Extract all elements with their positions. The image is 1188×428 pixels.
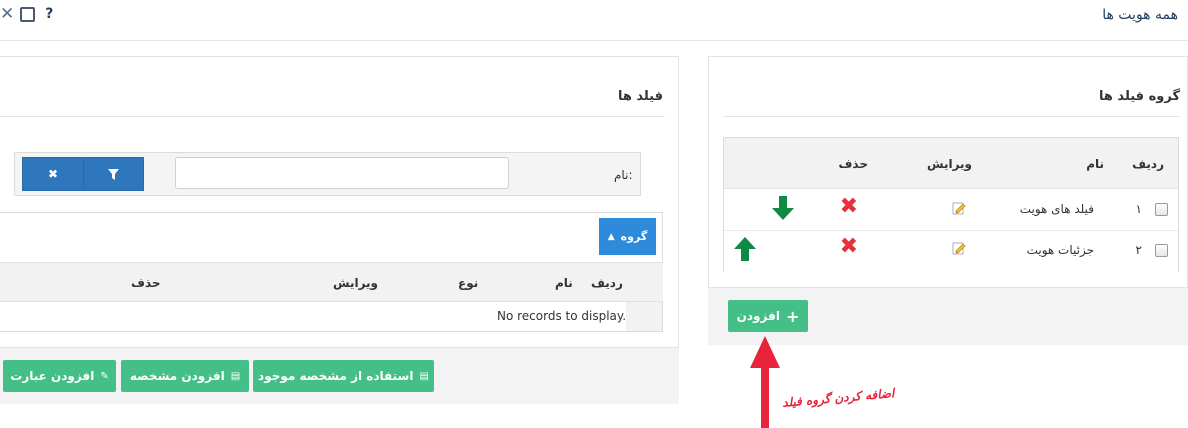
add-expression-label: افزودن عبارت xyxy=(10,369,95,383)
add-attribute-button[interactable]: افزودن مشخصه ▤ xyxy=(121,360,249,392)
close-icon[interactable]: ✕ xyxy=(0,5,14,23)
clear-icon: ✖ xyxy=(47,167,59,181)
grid-side-strip xyxy=(626,302,662,331)
column-header-edit: ویرایش xyxy=(333,276,379,290)
column-header-edit: ویرایش xyxy=(926,157,972,171)
move-up-icon[interactable] xyxy=(734,237,756,261)
document-icon: ▤ xyxy=(230,370,241,382)
table-row: ۲ جزئیات هویت ✖ xyxy=(724,231,1178,272)
column-header-delete: حذف xyxy=(838,157,868,171)
edit-icon[interactable] xyxy=(952,241,966,255)
table-header: ردیف نام ویرایش حذف xyxy=(724,138,1178,189)
delete-icon[interactable]: ✖ xyxy=(840,196,858,218)
help-icon[interactable]: ? xyxy=(45,6,53,22)
filter-button[interactable] xyxy=(83,157,144,191)
maximize-icon[interactable] xyxy=(20,6,36,22)
fields-title: فیلد ها xyxy=(617,89,663,104)
column-header-type[interactable]: نوع xyxy=(458,276,478,290)
column-header-row[interactable]: ردیف xyxy=(1132,157,1164,171)
column-header-row[interactable]: ردیف xyxy=(591,276,623,290)
row-name: جزئیات هویت xyxy=(1026,243,1094,257)
column-header-name[interactable]: نام xyxy=(555,276,573,290)
row-checkbox[interactable] xyxy=(1155,203,1168,216)
window-controls: ✕ ? xyxy=(0,4,53,24)
fields-grid-header: ردیف نام نوع ویرایش حذف xyxy=(0,262,663,302)
field-groups-table: ردیف نام ویرایش حذف ۱ فیلد های هویت ✖ ۲ … xyxy=(723,137,1179,272)
field-groups-title: گروه فیلد ها xyxy=(1099,89,1180,104)
table-row: ۱ فیلد های هویت ✖ xyxy=(724,189,1178,231)
column-header-name[interactable]: نام xyxy=(1086,157,1104,171)
page-title: همه هویت ها xyxy=(1102,7,1178,23)
caret-up-icon: ▲ xyxy=(607,231,615,242)
filter-icon xyxy=(108,168,119,180)
row-name: فیلد های هویت xyxy=(1019,202,1094,216)
document-icon: ▤ xyxy=(419,370,429,382)
add-button-label: افزودن xyxy=(736,309,780,323)
row-index: ۲ xyxy=(1135,243,1142,257)
group-button-label: گروه xyxy=(620,230,648,243)
top-bar xyxy=(0,0,1188,41)
column-header-delete: حذف xyxy=(131,276,161,290)
add-attribute-label: افزودن مشخصه xyxy=(129,369,225,383)
annotation-arrow-icon xyxy=(750,336,780,428)
add-group-button[interactable]: افزودن + xyxy=(728,300,808,332)
edit-icon[interactable] xyxy=(952,201,966,215)
divider xyxy=(0,116,665,117)
use-existing-label: استفاده از مشخصه موجود xyxy=(258,369,414,383)
group-button[interactable]: ▲ گروه xyxy=(599,218,656,255)
annotation-text: اضافه کردن گروه فیلد xyxy=(781,386,895,410)
name-filter-label: نام: xyxy=(614,168,633,182)
add-expression-button[interactable]: افزودن عبارت ✎ xyxy=(3,360,116,392)
row-index: ۱ xyxy=(1135,202,1142,216)
name-filter-input[interactable] xyxy=(175,157,509,189)
move-down-icon[interactable] xyxy=(772,196,794,220)
use-existing-attribute-button[interactable]: استفاده از مشخصه موجود ▤ xyxy=(253,360,434,392)
clear-filter-button[interactable]: ✖ xyxy=(22,157,84,191)
divider xyxy=(723,116,1179,117)
row-checkbox[interactable] xyxy=(1155,244,1168,257)
empty-message: No records to display. xyxy=(497,309,627,323)
plus-icon: + xyxy=(785,306,800,326)
delete-icon[interactable]: ✖ xyxy=(840,236,858,258)
edit-document-icon: ✎ xyxy=(100,370,109,382)
